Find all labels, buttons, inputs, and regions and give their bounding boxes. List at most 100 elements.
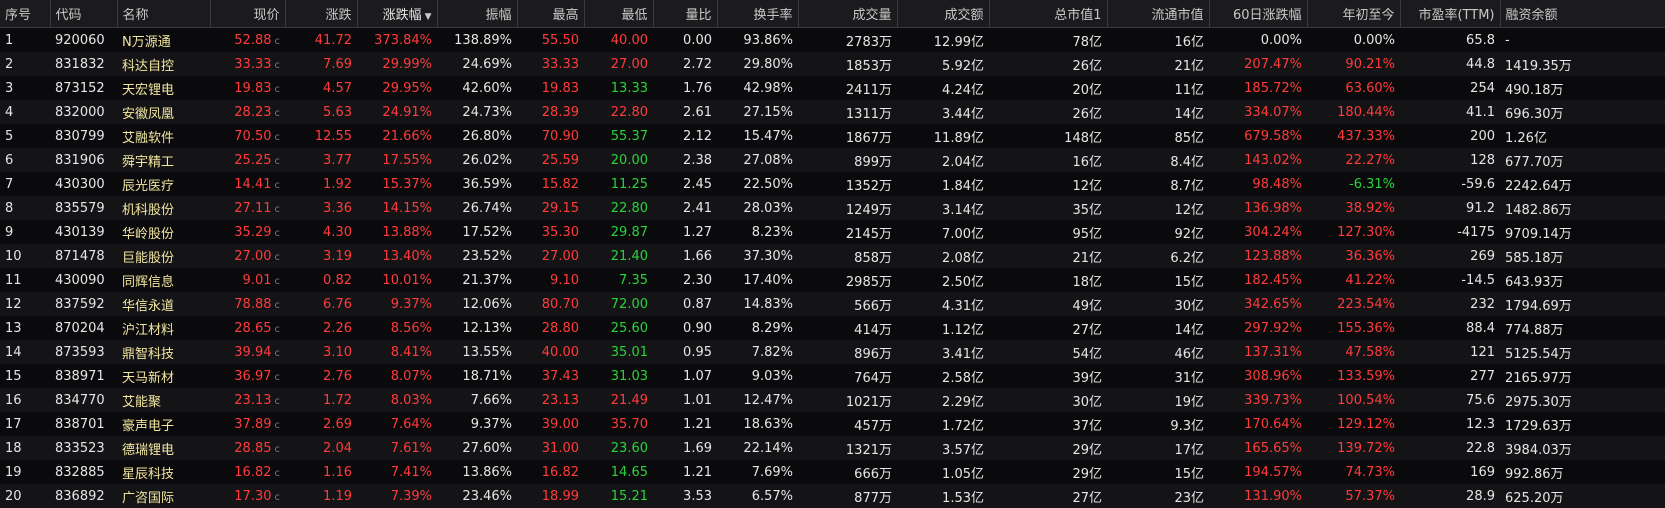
col-header-code[interactable]: 代码	[50, 0, 118, 28]
cell-price: 28.23 c	[210, 100, 285, 124]
price-flag: c	[274, 443, 281, 455]
cell-turnover: 28.03%	[717, 196, 798, 220]
col-header-volume-ratio[interactable]: 量比	[653, 0, 718, 28]
cell-index: 18	[0, 436, 50, 460]
table-row[interactable]: 18 833523 德瑞锂电 28.85 c 2.04 7.61% 27.60% 31.00 23…	[0, 436, 1665, 460]
cell-volume: 1249万	[798, 196, 897, 220]
cell-change: 2.26	[285, 316, 357, 340]
cell-market-cap: 26亿	[989, 100, 1107, 124]
table-row[interactable]: 2 831832 科达自控 33.33 c 7.69 29.99% 24.69% 33.33 27…	[0, 52, 1665, 76]
col-header-change[interactable]: 涨跌	[285, 0, 358, 28]
cell-change-pct: 21.66%	[357, 124, 437, 148]
cell-market-cap: 21亿	[989, 244, 1107, 268]
col-header-margin-balance[interactable]: 融资余额	[1500, 0, 1665, 28]
col-header-price[interactable]: 现价	[210, 0, 286, 28]
cell-pe-ttm: 12.3	[1400, 412, 1500, 436]
table-row[interactable]: 4 832000 安徽凤凰 28.23 c 5.63 24.91% 24.73% 28.39 22…	[0, 100, 1665, 124]
price-flag: c	[274, 131, 281, 143]
cell-turnover: 12.47%	[717, 388, 798, 412]
cell-name: 机科股份	[117, 196, 210, 220]
cell-turnover: 9.03%	[717, 364, 798, 388]
table-row[interactable]: 14 873593 鼎智科技 39.94 c 3.10 8.41% 13.55% 40.00 35…	[0, 340, 1665, 364]
col-header-market-cap[interactable]: 总市值1	[989, 0, 1108, 28]
cell-amount: 2.04亿	[897, 148, 989, 172]
cell-60d-change: 207.47%	[1209, 52, 1307, 76]
col-header-pe-ttm[interactable]: 市盈率(TTM)	[1400, 0, 1501, 28]
col-header-change-pct[interactable]: 涨跌幅 ▼	[357, 0, 438, 28]
col-header-ytd[interactable]: 年初至今	[1307, 0, 1401, 28]
cell-price: 16.82 c	[210, 460, 285, 484]
cell-volume-ratio: 2.30	[653, 268, 717, 292]
cell-volume-ratio: 1.69	[653, 436, 717, 460]
cell-high: 39.00	[517, 412, 584, 436]
cell-change: 2.04	[285, 436, 357, 460]
cell-pe-ttm: 41.1	[1400, 100, 1500, 124]
cell-ytd: 180.44%	[1307, 100, 1400, 124]
cell-high: 18.99	[517, 484, 584, 508]
col-header-index[interactable]: 序号	[0, 0, 51, 28]
price-flag: c	[274, 419, 281, 431]
cell-change: 1.92	[285, 172, 357, 196]
cell-amplitude: 13.55%	[437, 340, 517, 364]
table-row[interactable]: 10 871478 巨能股份 27.00 c 3.19 13.40% 23.52% 27.00 2…	[0, 244, 1665, 268]
cell-price: 52.88 c	[210, 27, 285, 52]
col-header-volume[interactable]: 成交量	[798, 0, 898, 28]
table-row[interactable]: 13 870204 沪江材料 28.65 c 2.26 8.56% 12.13% 28.80 25…	[0, 316, 1665, 340]
table-row[interactable]: 15 838971 天马新材 36.97 c 2.76 8.07% 18.71% 37.43 31…	[0, 364, 1665, 388]
cell-change: 3.36	[285, 196, 357, 220]
table-row[interactable]: 20 836892 广咨国际 17.30 c 1.19 7.39% 23.46% 18.99 15…	[0, 484, 1665, 508]
cell-change: 1.16	[285, 460, 357, 484]
cell-volume-ratio: 0.90	[653, 316, 717, 340]
col-header-60d-change[interactable]: 60日涨跌幅	[1209, 0, 1308, 28]
col-header-name[interactable]: 名称	[117, 0, 211, 28]
table-row[interactable]: 17 838701 豪声电子 37.89 c 2.69 7.64% 9.37% 39.00 35.…	[0, 412, 1665, 436]
cell-amplitude: 18.71%	[437, 364, 517, 388]
table-row[interactable]: 3 873152 天宏锂电 19.83 c 4.57 29.95% 42.60% 19.83 13…	[0, 76, 1665, 100]
table-row[interactable]: 6 831906 舜宇精工 25.25 c 3.77 17.55% 26.02% 25.59 20…	[0, 148, 1665, 172]
table-row[interactable]: 16 834770 艾能聚 23.13 c 1.72 8.03% 7.66% 23.13 21.4…	[0, 388, 1665, 412]
cell-code: 832000	[50, 100, 117, 124]
cell-change-pct: 13.40%	[357, 244, 437, 268]
table-row[interactable]: 9 430139 华岭股份 35.29 c 4.30 13.88% 17.52% 35.30 29…	[0, 220, 1665, 244]
col-header-amplitude[interactable]: 振幅	[437, 0, 518, 28]
cell-low: 15.21	[584, 484, 653, 508]
table-row[interactable]: 7 430300 辰光医疗 14.41 c 1.92 15.37% 36.59% 15.82 11…	[0, 172, 1665, 196]
cell-60d-change: 297.92%	[1209, 316, 1307, 340]
cell-change-pct: 13.88%	[357, 220, 437, 244]
cell-volume-ratio: 2.41	[653, 196, 717, 220]
col-header-turnover[interactable]: 换手率	[717, 0, 799, 28]
cell-amount: 12.99亿	[897, 27, 989, 52]
sort-desc-icon: ▼	[424, 12, 432, 22]
cell-turnover: 6.57%	[717, 484, 798, 508]
cell-volume: 1352万	[798, 172, 897, 196]
col-header-high[interactable]: 最高	[517, 0, 585, 28]
cell-code: 833523	[50, 436, 117, 460]
price-flag: c	[274, 227, 281, 239]
cell-low: 35.70	[584, 412, 653, 436]
table-row[interactable]: 11 430090 同辉信息 9.01 c 0.82 10.01% 21.37% 9.10 7.3…	[0, 268, 1665, 292]
col-header-low[interactable]: 最低	[584, 0, 654, 28]
cell-margin-balance: 1419.35万	[1500, 52, 1665, 76]
cell-turnover: 93.86%	[717, 27, 798, 52]
table-row[interactable]: 5 830799 艾融软件 70.50 c 12.55 21.66% 26.80% 70.90 5…	[0, 124, 1665, 148]
table-row[interactable]: 19 832885 星辰科技 16.82 c 1.16 7.41% 13.86% 16.82 14…	[0, 460, 1665, 484]
cell-market-cap: 12亿	[989, 172, 1107, 196]
cell-change-pct: 29.95%	[357, 76, 437, 100]
cell-float-cap: 92亿	[1107, 220, 1209, 244]
cell-low: 22.80	[584, 196, 653, 220]
col-header-amount[interactable]: 成交额	[897, 0, 990, 28]
price-flag: c	[274, 155, 281, 167]
table-row[interactable]: 8 835579 机科股份 27.11 c 3.36 14.15% 26.74% 29.15 22…	[0, 196, 1665, 220]
cell-60d-change: 182.45%	[1209, 268, 1307, 292]
table-row[interactable]: 1 920060 N万源通 52.88 c 41.72 373.84% 138.89% 55.5…	[0, 27, 1665, 52]
cell-code: 873152	[50, 76, 117, 100]
price-flag: c	[274, 275, 281, 287]
cell-change-pct: 8.03%	[357, 388, 437, 412]
cell-code: 838701	[50, 412, 117, 436]
cell-change: 5.63	[285, 100, 357, 124]
col-header-float-cap[interactable]: 流通市值	[1107, 0, 1210, 28]
cell-amount: 2.08亿	[897, 244, 989, 268]
cell-code: 831906	[50, 148, 117, 172]
cell-name: 辰光医疗	[117, 172, 210, 196]
table-row[interactable]: 12 837592 华信永道 78.88 c 6.76 9.37% 12.06% 80.70 72…	[0, 292, 1665, 316]
